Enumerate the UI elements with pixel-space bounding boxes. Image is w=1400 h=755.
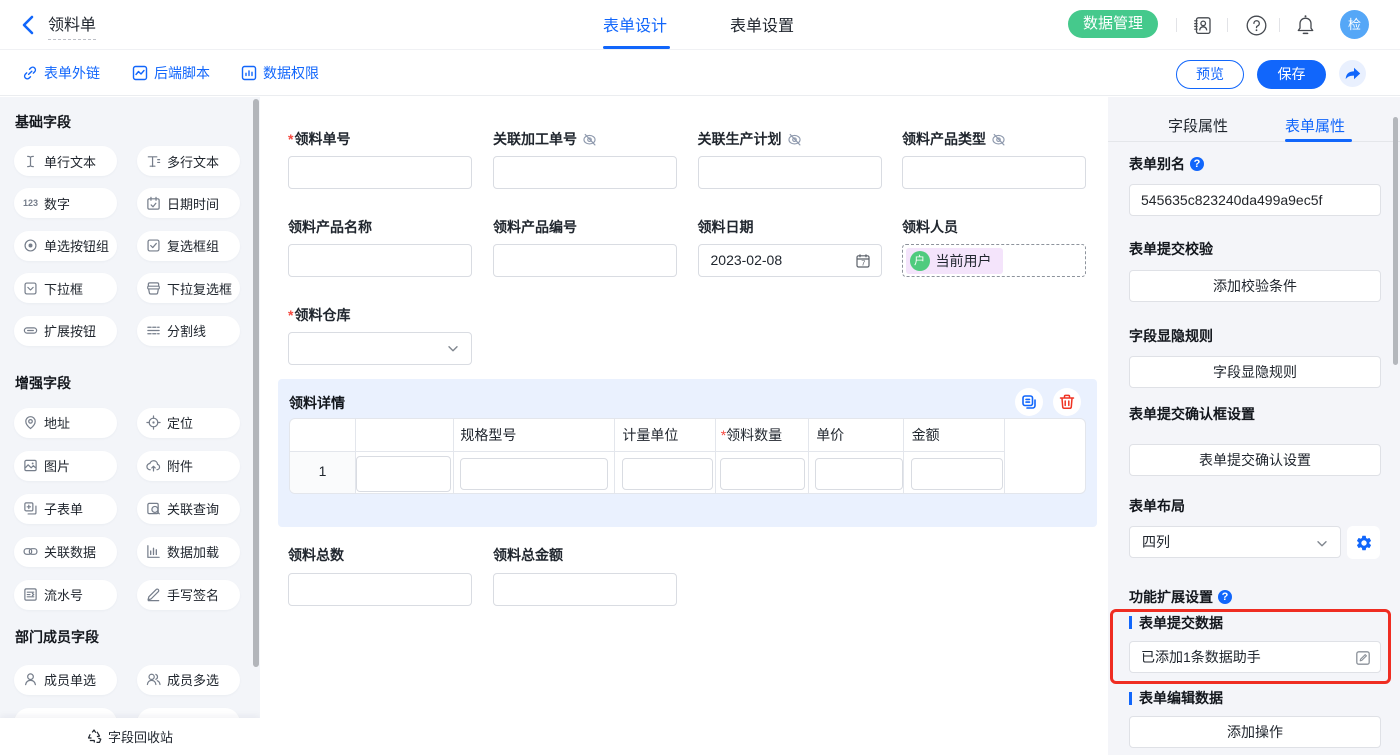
svg-text:7: 7 (861, 258, 865, 267)
